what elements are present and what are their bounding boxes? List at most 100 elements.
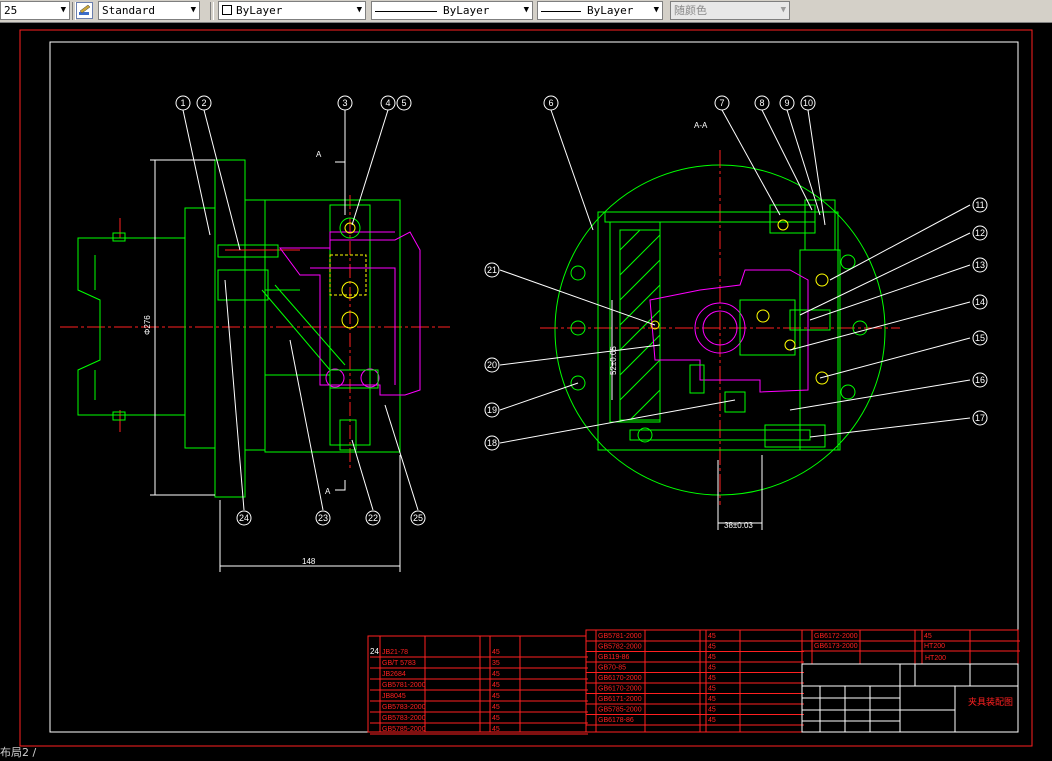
balloon-label: 7 [719, 98, 724, 108]
balloon-24: 24 [236, 510, 252, 526]
balloon-22: 22 [365, 510, 381, 526]
bom1-standard: GB5781-2000 [382, 682, 426, 689]
bom-column-1: JB21-78 45 GB/T 5783 35 JB2684 45 GB5781-2000 4… [367, 635, 588, 735]
balloon-14: 14 [972, 294, 988, 310]
balloon-17: 17 [972, 410, 988, 426]
annotations: A A A-A Φ276 148 52±0.05 38±0.03 [143, 121, 753, 566]
bom-column-2: GB5781-2000 45 GB5782-2000 45 GB119-86 45 GB70… [585, 629, 804, 733]
balloon-10: 10 [800, 95, 816, 111]
balloon-label: 19 [487, 405, 497, 415]
bom1-standard: JB2684 [382, 671, 406, 678]
chevron-down-icon[interactable]: ▼ [781, 2, 786, 19]
command-line[interactable]: 布局2 / [0, 744, 36, 760]
balloon-12: 12 [972, 225, 988, 241]
balloon-15: 15 [972, 330, 988, 346]
balloon-16: 16 [972, 372, 988, 388]
bom2-standard: GB5781-2000 [598, 633, 642, 640]
dim-offset: 38±0.03 [724, 521, 753, 530]
bom2-material: 45 [708, 717, 716, 724]
balloon-label: 22 [368, 513, 378, 523]
title-material: HT200 [925, 655, 946, 662]
text-style-icon[interactable] [76, 2, 93, 19]
section-view [499, 109, 971, 530]
drawing-canvas[interactable]: 1 2 3 4 5 6 7 8 9 10 11 12 13 14 15 16 17 18 19 20 21 22 23 24 2… [0, 22, 1052, 756]
color-swatch-icon [222, 5, 232, 15]
linetype-combo[interactable]: ByLayer ▼ [371, 1, 533, 20]
bom1-material: 35 [492, 660, 500, 667]
balloon-19: 19 [484, 402, 500, 418]
balloon-label: 6 [548, 98, 553, 108]
dim-center: 52±0.05 [609, 346, 618, 375]
balloon-label: 20 [487, 360, 497, 370]
bom1-material: 45 [492, 693, 500, 700]
bom2-material: 45 [708, 654, 716, 661]
chevron-down-icon[interactable]: ▼ [654, 2, 659, 19]
balloon-label: 25 [413, 513, 423, 523]
balloon-label: 3 [342, 98, 347, 108]
balloon-8: 8 [754, 95, 770, 111]
bom2-material: 45 [708, 686, 716, 693]
view-marker-bottom: A [325, 487, 331, 496]
bom3-standard: GB6172-2000 [814, 633, 858, 640]
bom3-material: HT200 [924, 643, 945, 650]
lineweight-preview-icon [541, 10, 581, 12]
balloon-9: 9 [779, 95, 795, 111]
balloon-label: 10 [803, 98, 813, 108]
balloon-label: 15 [975, 333, 985, 343]
bom2-standard: GB70-85 [598, 665, 626, 672]
view-marker-top: A [316, 150, 322, 159]
balloon-2: 2 [196, 95, 212, 111]
chevron-down-icon[interactable]: ▼ [191, 2, 196, 19]
cad-drawing: 1 2 3 4 5 6 7 8 9 101112131415161718192021222324 2… [19, 29, 1033, 747]
bom2-standard: GB5785-2000 [598, 707, 642, 714]
bill-of-materials: JB21-78 45 GB/T 5783 35 JB2684 45 GB5781-2000 4… [367, 629, 1020, 735]
balloon-label: 23 [318, 513, 328, 523]
bom1-standard: GB/T 5783 [382, 660, 416, 667]
balloon-1: 1 [175, 95, 191, 111]
section-label: A-A [694, 121, 708, 130]
chevron-down-icon[interactable]: ▼ [357, 2, 362, 19]
bom2-material: 45 [708, 644, 716, 651]
balloon-18: 18 [484, 435, 500, 451]
bom2-standard: GB5782-2000 [598, 644, 642, 651]
balloon-label: 14 [975, 297, 985, 307]
bom-column-3: GB6172-2000 45 GB6173-2000 HT200 [801, 629, 1020, 665]
balloon-label: 17 [975, 413, 985, 423]
bom2-material: 45 [708, 707, 716, 714]
sheet-number: 24 [370, 647, 379, 656]
layer-color-combo[interactable]: ByLayer ▼ [218, 1, 366, 20]
bom1-standard: GB5783-2000 [382, 704, 426, 711]
bom1-standard: JB21-78 [382, 649, 408, 656]
sheet-border [19, 29, 1033, 747]
bom2-material: 45 [708, 633, 716, 640]
bom1-standard: GB5783-2000 [382, 715, 426, 722]
chevron-down-icon[interactable]: ▼ [61, 2, 66, 19]
bom1-material: 45 [492, 704, 500, 711]
bom1-material: 45 [492, 649, 500, 656]
scale-combo[interactable]: 25 ▼ [0, 1, 70, 20]
linetype-preview-icon [375, 10, 437, 12]
balloon-3: 3 [337, 95, 353, 111]
balloon-label: 16 [975, 375, 985, 385]
balloon-5: 5 [396, 95, 412, 111]
text-style-combo[interactable]: Standard ▼ [98, 1, 200, 20]
text-style-value: Standard [102, 4, 155, 17]
balloon-label: 4 [385, 98, 390, 108]
balloon-4: 4 [380, 95, 396, 111]
toolbar-separator [210, 2, 214, 20]
balloon-21: 21 [484, 262, 500, 278]
lineweight-value: ByLayer [587, 4, 634, 17]
frame-border [49, 41, 1019, 733]
lineweight-combo[interactable]: ByLayer ▼ [537, 1, 663, 20]
chevron-down-icon[interactable]: ▼ [524, 2, 529, 19]
bom2-standard: GB6170-2000 [598, 675, 642, 682]
bom1-standard: JB8045 [382, 693, 406, 700]
plot-style-combo[interactable]: 随颜色 ▼ [670, 1, 790, 20]
bom2-material: 45 [708, 675, 716, 682]
properties-toolbar: 25 ▼ Standard ▼ ByLayer ▼ ByLayer ▼ ByLa… [0, 0, 1052, 23]
balloon-label: 13 [975, 260, 985, 270]
bom2-standard: GB6171-2000 [598, 696, 642, 703]
dim-diameter: Φ276 [143, 315, 152, 335]
balloon-label: 24 [239, 513, 249, 523]
dim-width: 148 [302, 557, 316, 566]
